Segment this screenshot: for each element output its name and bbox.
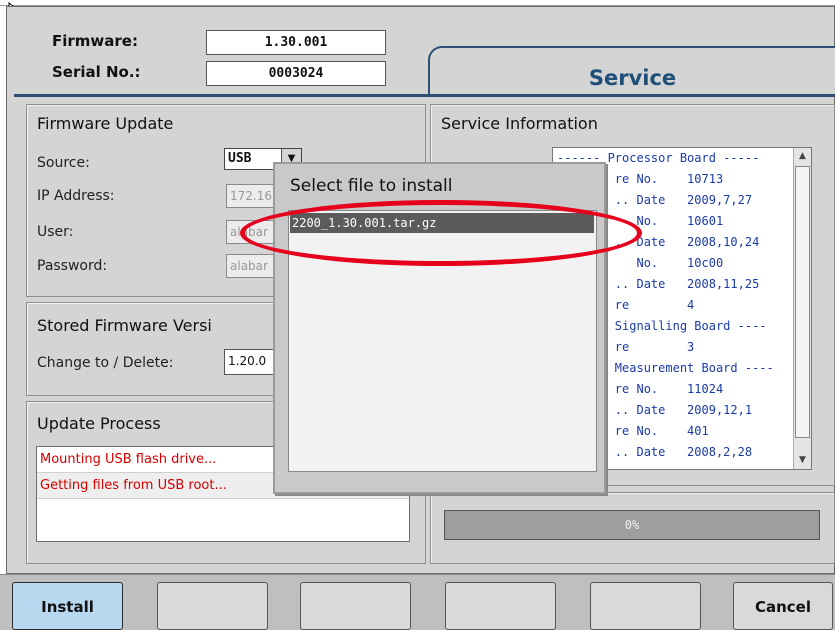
ip-address-label: IP Address: xyxy=(37,188,115,204)
function-button-3[interactable] xyxy=(300,582,411,630)
function-button-5[interactable] xyxy=(590,582,701,630)
update-process-title: Update Process xyxy=(37,414,161,433)
install-button[interactable]: Install xyxy=(12,582,123,630)
file-list-item[interactable]: 2200_1.30.001.tar.gz xyxy=(290,213,594,233)
scrollbar[interactable]: ▲ ▼ xyxy=(793,148,811,469)
firmware-label: Firmware: xyxy=(52,32,138,50)
service-tab: Service xyxy=(428,46,835,94)
cancel-button[interactable]: Cancel xyxy=(733,582,833,630)
progress-bar: 0% xyxy=(444,510,820,540)
firmware-update-title: Firmware Update xyxy=(37,114,174,133)
service-title: Service xyxy=(588,66,677,90)
function-button-4[interactable] xyxy=(445,582,556,630)
serial-number-field: 0003024 xyxy=(206,61,386,86)
dialog-title: Select file to install xyxy=(290,176,453,196)
serial-label: Serial No.: xyxy=(52,63,141,81)
change-delete-label: Change to / Delete: xyxy=(37,355,174,371)
scroll-up-icon[interactable]: ▲ xyxy=(794,148,811,165)
source-label: Source: xyxy=(37,155,90,171)
scroll-down-icon[interactable]: ▼ xyxy=(794,452,811,469)
firmware-version-field: 1.30.001 xyxy=(206,30,386,55)
select-file-dialog: Select file to install 2200_1.30.001.tar… xyxy=(273,162,606,494)
stored-version-select[interactable]: 1.20.0 xyxy=(224,349,280,375)
source-value: USB xyxy=(228,151,252,166)
progress-label: 0% xyxy=(624,518,640,532)
service-divider xyxy=(14,94,835,97)
scroll-thumb[interactable] xyxy=(795,166,810,438)
service-information-title: Service Information xyxy=(441,114,598,133)
file-list[interactable]: 2200_1.30.001.tar.gz xyxy=(288,210,597,472)
password-label: Password: xyxy=(37,258,108,274)
stored-firmware-title: Stored Firmware Versi xyxy=(37,316,212,335)
button-bar xyxy=(0,574,835,630)
function-button-2[interactable] xyxy=(157,582,268,630)
user-label: User: xyxy=(37,224,74,240)
